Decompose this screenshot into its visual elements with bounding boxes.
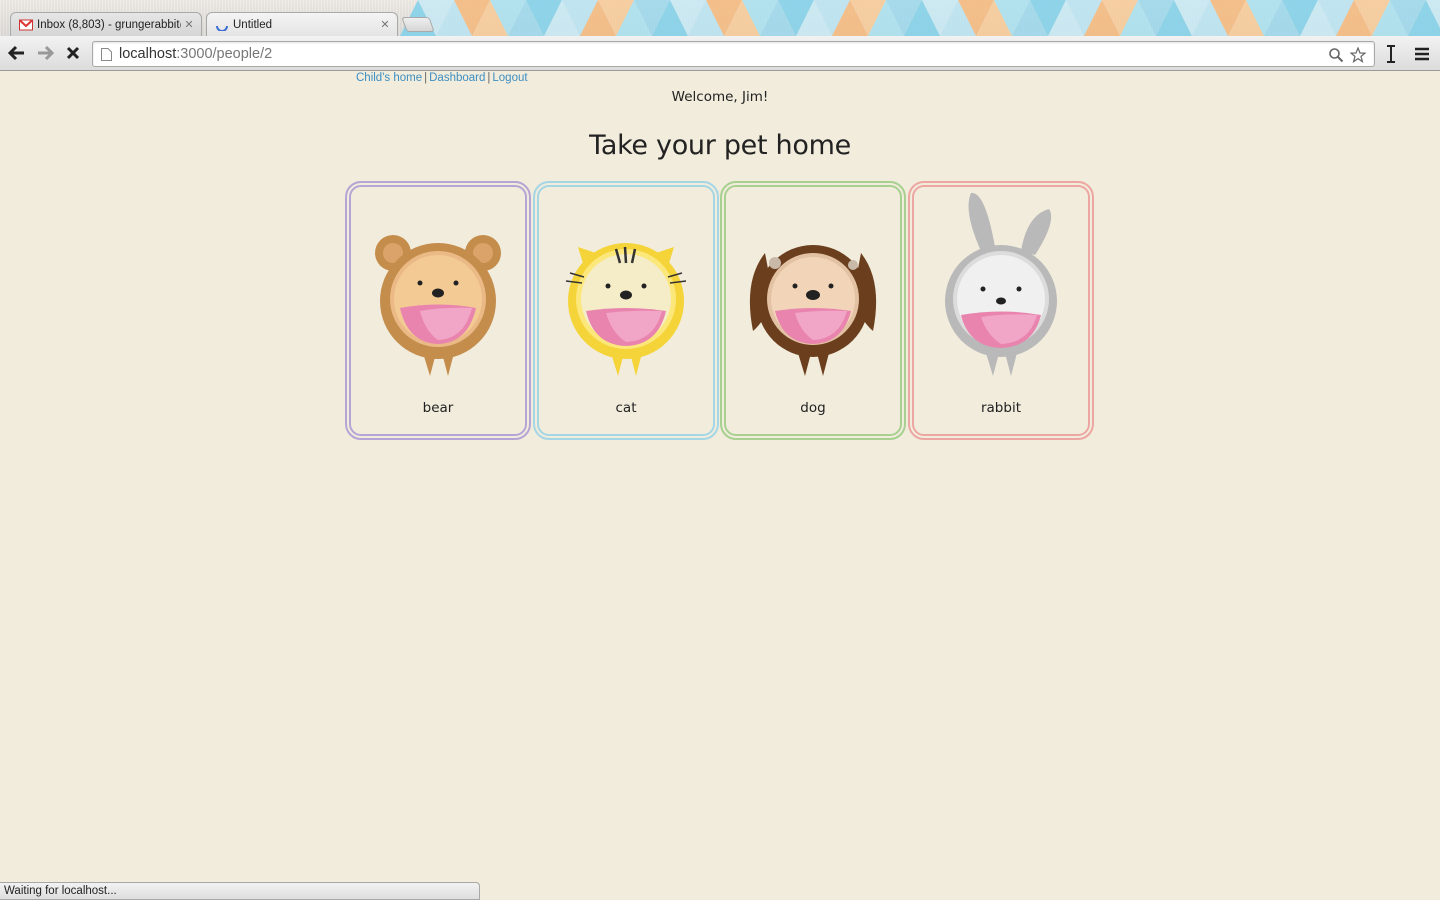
nav-separator: | (487, 72, 491, 84)
welcome-message: Welcome, Jim! (671, 89, 769, 105)
forward-button[interactable] (33, 42, 57, 64)
forward-arrow-icon (38, 45, 54, 61)
pet-card-cat[interactable]: cat (533, 181, 719, 440)
back-button[interactable] (5, 42, 29, 64)
pet-card-dog[interactable]: dog (720, 181, 906, 440)
extension-cursor-icon[interactable] (1381, 44, 1401, 64)
loading-spinner-icon (216, 25, 228, 31)
pet-card-rabbit[interactable]: rabbit (908, 181, 1094, 440)
cat-icon (565, 243, 687, 376)
stop-button[interactable] (61, 42, 85, 64)
pet-name-label: dog (800, 400, 826, 416)
back-arrow-icon (8, 45, 24, 61)
tab-label: Untitled (233, 18, 272, 31)
tab-inbox[interactable]: Inbox (8,803) - grungerabbit@gmail.com ✕ (10, 12, 202, 36)
menu-icon[interactable] (1412, 44, 1432, 64)
close-icon[interactable]: ✕ (377, 18, 393, 31)
search-icon[interactable] (1328, 47, 1344, 63)
nav-separator: | (424, 72, 428, 84)
new-tab-button[interactable] (401, 17, 435, 32)
pet-name-label: cat (615, 400, 637, 416)
stop-x-icon (66, 46, 80, 60)
close-icon[interactable]: ✕ (181, 18, 197, 31)
pet-card-bear[interactable]: bear (345, 181, 531, 440)
pet-name-label: rabbit (980, 400, 1021, 416)
url-path: :3000/people/2 (176, 46, 273, 62)
bear-icon (375, 235, 501, 376)
tab-untitled[interactable]: Untitled ✕ (206, 12, 398, 36)
gmail-icon (19, 19, 33, 30)
nav-link-logout[interactable]: Logout (492, 72, 527, 84)
top-nav: Child's home | Dashboard | Logout (356, 72, 528, 84)
url-host: localhost (119, 46, 177, 62)
page-icon (101, 48, 112, 61)
address-bar[interactable]: localhost:3000/people/2 (92, 41, 1375, 67)
pet-name-label: bear (422, 400, 454, 416)
nav-link-childs-home[interactable]: Child's home (356, 72, 422, 84)
rabbit-icon (945, 192, 1057, 376)
browser-tab-strip: Inbox (8,803) - grungerabbit@gmail.com ✕… (0, 0, 1440, 36)
url-text: localhost:3000/people/2 (119, 46, 272, 62)
dog-icon (749, 245, 877, 376)
browser-toolbar: localhost:3000/people/2 (0, 36, 1440, 71)
page-title: Take your pet home (589, 130, 851, 161)
nav-link-dashboard[interactable]: Dashboard (429, 72, 485, 84)
bookmark-star-icon[interactable] (1350, 47, 1366, 63)
tab-label: Inbox (8,803) - grungerabbit@gmail.com (37, 18, 181, 31)
status-bar: Waiting for localhost... (0, 882, 480, 900)
theme-triangle-pattern (400, 0, 1440, 36)
page-content: Child's home | Dashboard | Logout Welcome, J… (0, 72, 1440, 882)
